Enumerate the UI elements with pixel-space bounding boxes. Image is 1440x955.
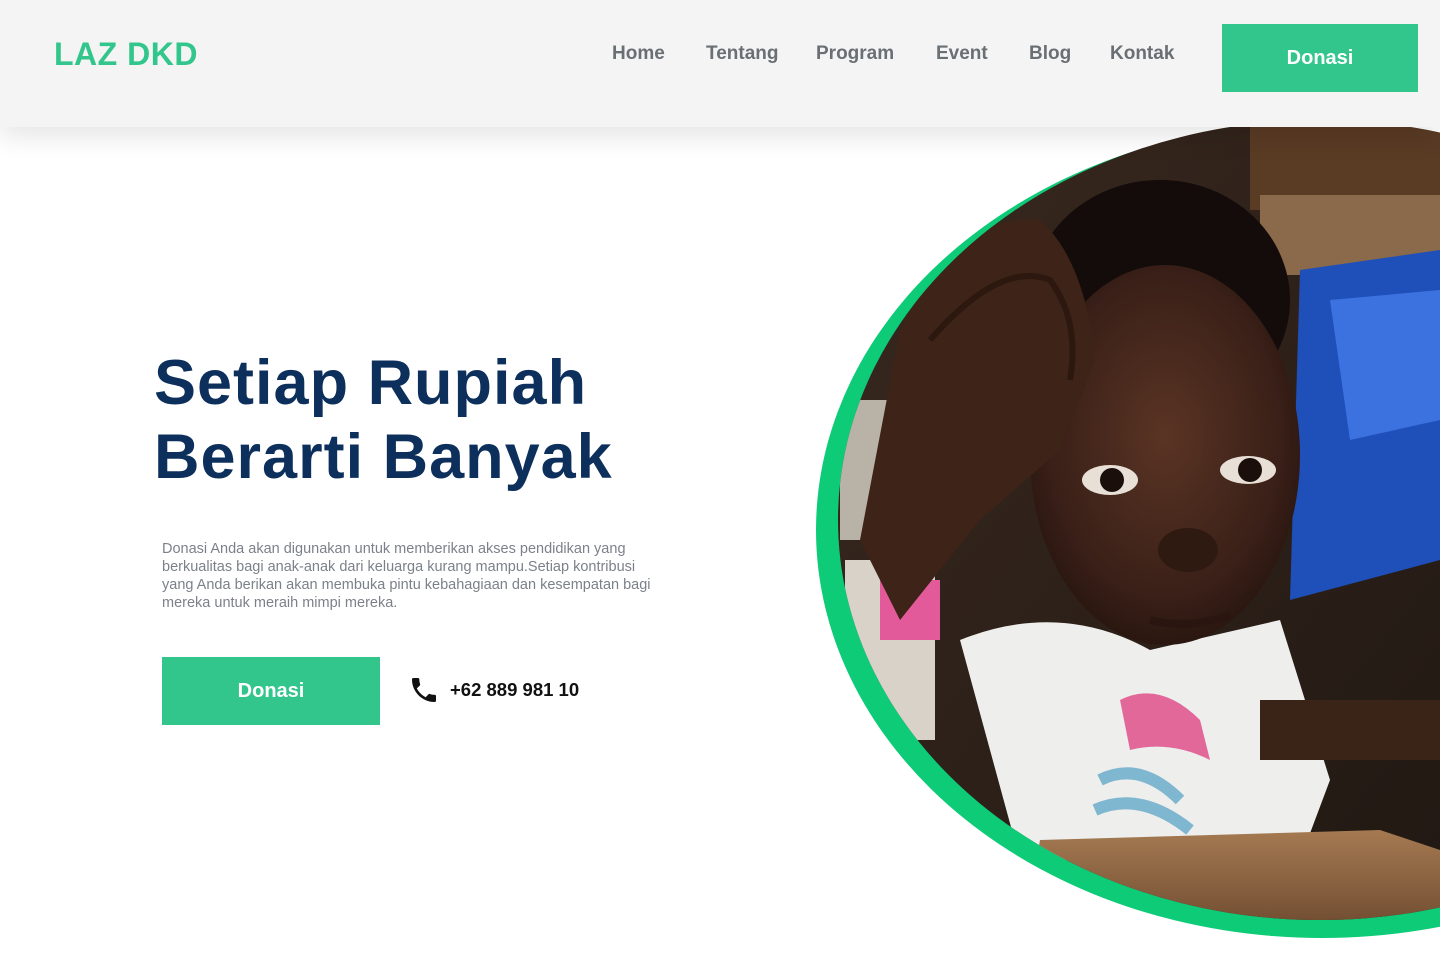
phone-icon [412,678,436,702]
nav-program[interactable]: Program [816,43,894,65]
phone-contact[interactable]: +62 889 981 10 [408,673,579,707]
hero-title: Setiap Rupiah Berarti Banyak [154,346,774,494]
nav-kontak[interactable]: Kontak [1110,43,1174,65]
hero-donate-button[interactable]: Donasi [162,657,380,725]
header-donate-button[interactable]: Donasi [1222,24,1418,92]
hero-title-line-2: Berarti Banyak [154,422,613,492]
site-header: LAZ DKD Home Tentang Program Event Blog … [0,0,1440,127]
nav-tentang[interactable]: Tentang [706,43,778,65]
nav-home[interactable]: Home [612,43,665,65]
nav-blog[interactable]: Blog [1029,43,1071,65]
hero-title-line-1: Setiap Rupiah [154,348,588,418]
hero-description: Donasi Anda akan digunakan untuk memberi… [162,541,651,611]
nav-event[interactable]: Event [936,43,988,65]
phone-number: +62 889 981 10 [450,679,580,700]
